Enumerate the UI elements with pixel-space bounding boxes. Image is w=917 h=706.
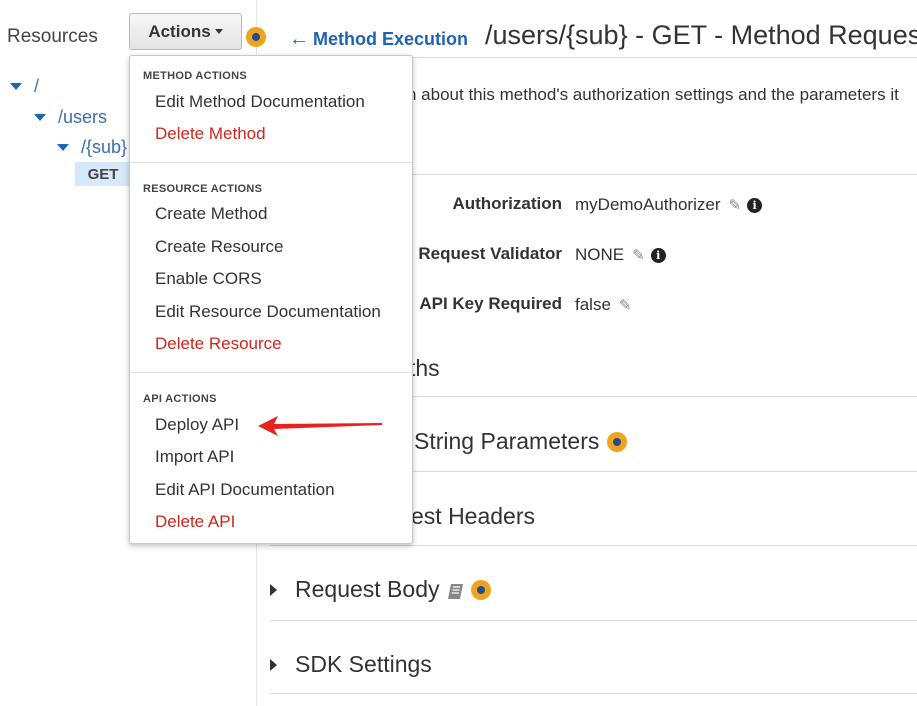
divider <box>270 693 917 694</box>
api-key-required-value-row: false ✎ <box>575 295 632 315</box>
authorization-label: Authorization <box>452 194 562 213</box>
help-badge-icon[interactable] <box>471 579 492 600</box>
section-label[interactable]: SDK Settings <box>295 651 432 678</box>
pencil-icon[interactable]: ✎ <box>632 246 645 264</box>
menu-item-edit-resource-documentation[interactable]: Edit Resource Documentation <box>155 302 381 322</box>
caret-right-icon[interactable] <box>270 658 277 671</box>
help-badge-icon[interactable] <box>246 27 266 47</box>
section-label[interactable]: est Headers <box>411 503 535 530</box>
menu-divider <box>130 162 412 163</box>
menu-item-create-resource[interactable]: Create Resource <box>155 237 284 257</box>
section-label[interactable]: String Parameters <box>414 428 599 455</box>
section-label[interactable]: ths <box>409 355 440 382</box>
actions-button-label: Actions <box>148 21 211 41</box>
actions-button[interactable]: Actions <box>129 13 242 50</box>
menu-header-resource-actions: RESOURCE ACTIONS <box>143 183 263 195</box>
menu-item-enable-cors[interactable]: Enable CORS <box>155 269 262 289</box>
section-query-string-parameters[interactable]: String Parameters <box>414 428 628 455</box>
book-icon[interactable] <box>447 580 464 599</box>
actions-dropdown-menu: METHOD ACTIONS Edit Method Documentation… <box>129 55 413 544</box>
menu-item-delete-resource[interactable]: Delete Resource <box>155 334 282 354</box>
caret-right-icon[interactable] <box>270 583 277 596</box>
authorization-value-row: myDemoAuthorizer ✎ i <box>575 195 763 215</box>
menu-item-edit-api-documentation[interactable]: Edit API Documentation <box>155 480 335 500</box>
menu-header-method-actions: METHOD ACTIONS <box>143 70 248 82</box>
authorization-value: myDemoAuthorizer <box>575 195 721 214</box>
back-link-label: Method Execution <box>313 29 469 49</box>
caret-down-icon[interactable] <box>57 144 69 151</box>
arrow-left-icon: ← <box>289 28 309 50</box>
request-validator-value: NONE <box>575 245 625 264</box>
caret-down-icon <box>214 29 223 34</box>
help-badge-icon[interactable] <box>607 431 628 452</box>
divider <box>270 545 917 546</box>
tree-node-label[interactable]: /{sub} <box>81 137 127 158</box>
menu-divider <box>130 372 412 373</box>
request-validator-label: Request Validator <box>418 244 562 263</box>
page-description: n about this method's authorization sett… <box>407 85 899 104</box>
tree-node-label[interactable]: / <box>34 76 39 97</box>
info-icon[interactable]: i <box>747 197 763 213</box>
menu-item-import-api[interactable]: Import API <box>155 447 234 467</box>
resources-title: Resources <box>7 26 98 47</box>
section-url-paths[interactable]: ths <box>409 355 440 382</box>
method-execution-link[interactable]: ← Method Execution <box>289 28 468 51</box>
tree-node-label[interactable]: /users <box>58 107 107 128</box>
info-icon[interactable]: i <box>650 247 666 263</box>
menu-item-delete-method[interactable]: Delete Method <box>155 124 266 144</box>
menu-item-create-method[interactable]: Create Method <box>155 204 267 224</box>
section-http-request-headers[interactable]: est Headers <box>411 503 535 530</box>
menu-header-api-actions: API ACTIONS <box>143 393 217 405</box>
pencil-icon[interactable]: ✎ <box>729 196 742 214</box>
section-sdk-settings[interactable]: SDK Settings <box>270 651 432 678</box>
section-request-body[interactable]: Request Body <box>270 576 492 603</box>
tree-node-sub[interactable]: /{sub} <box>57 137 127 158</box>
caret-down-icon[interactable] <box>10 83 22 90</box>
menu-item-deploy-api[interactable]: Deploy API <box>155 415 239 435</box>
menu-item-delete-api[interactable]: Delete API <box>155 512 235 532</box>
divider <box>270 620 917 621</box>
caret-down-icon[interactable] <box>34 114 46 121</box>
request-validator-value-row: NONE ✎ i <box>575 245 666 265</box>
tree-node-root[interactable]: / <box>10 76 39 97</box>
tree-node-users[interactable]: /users <box>34 107 107 128</box>
page-title: /users/{sub} - GET - Method Request <box>485 20 917 50</box>
annotation-arrow-icon <box>258 416 382 436</box>
api-key-required-label: API Key Required <box>419 294 562 313</box>
menu-item-edit-method-documentation[interactable]: Edit Method Documentation <box>155 92 365 112</box>
section-label[interactable]: Request Body <box>295 576 439 603</box>
api-key-required-value: false <box>575 295 611 314</box>
tree-method-get[interactable]: GET <box>75 162 131 186</box>
pencil-icon[interactable]: ✎ <box>619 296 632 314</box>
